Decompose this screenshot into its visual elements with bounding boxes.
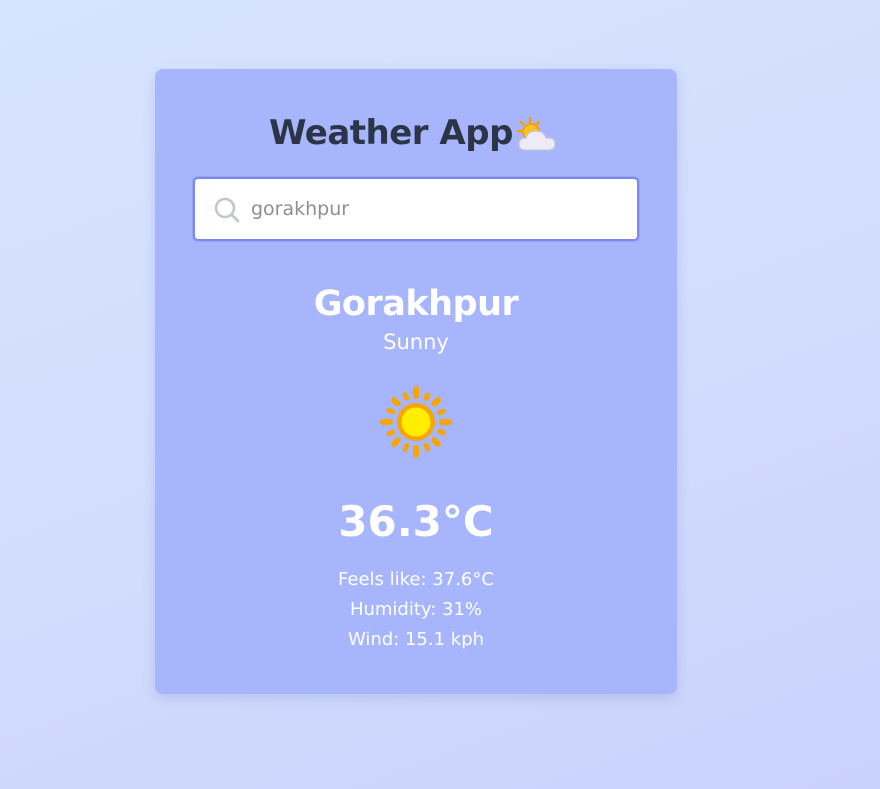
weather-condition: Sunny <box>383 330 449 354</box>
search-box <box>193 177 639 241</box>
sun-icon <box>378 384 454 460</box>
temperature: 36.3°C <box>338 497 494 546</box>
app-title: Weather App <box>269 113 513 153</box>
search-icon <box>213 196 241 224</box>
humidity-text: Humidity: 31% <box>349 599 483 620</box>
sun-behind-cloud-icon <box>516 116 558 154</box>
city-name: Gorakhpur <box>313 284 519 324</box>
wind-text: Wind: 15.1 kph <box>347 629 485 650</box>
feels-like-text: Feels like: 37.6°C <box>338 569 494 590</box>
search-input[interactable] <box>251 179 621 239</box>
